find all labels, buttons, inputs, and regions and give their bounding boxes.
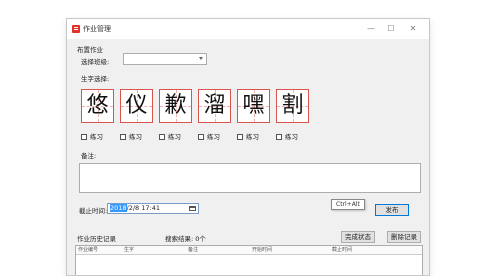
column-header[interactable]: 作业编号 (78, 246, 98, 253)
character-glyph: 割 (281, 93, 304, 118)
close-button[interactable]: ✕ (407, 23, 419, 34)
column-header[interactable]: 备注 (188, 246, 198, 253)
practice-checkbox[interactable]: 练习 (198, 131, 220, 141)
character-glyph: 悠 (86, 93, 109, 118)
assign-section-label: 布置作业 (77, 46, 103, 54)
class-select[interactable] (123, 53, 207, 65)
column-header[interactable]: 开始时间 (252, 246, 272, 253)
character-glyph: 仪 (125, 93, 148, 118)
character-card[interactable]: 割 (276, 89, 309, 123)
complete-status-button[interactable]: 完成状态 (341, 231, 375, 243)
characters-label: 生字选择: (81, 75, 110, 83)
history-table[interactable]: 作业编号 生字 备注 开始时间 截止时间 (75, 245, 423, 275)
character-card[interactable]: 溜 (198, 89, 231, 123)
character-card[interactable]: 歉 (159, 89, 192, 123)
app-icon (72, 25, 80, 33)
history-label: 作业历史记录 (77, 235, 116, 243)
character-glyph: 嘿 (242, 93, 265, 118)
checkbox-icon[interactable] (159, 134, 165, 140)
calendar-icon[interactable] (189, 206, 196, 211)
checkbox-icon[interactable] (198, 134, 204, 140)
practice-checkbox[interactable]: 练习 (276, 131, 298, 141)
chevron-down-icon (199, 57, 203, 60)
checkbox-icon[interactable] (120, 134, 126, 140)
character-glyph: 溜 (203, 93, 226, 118)
notes-textarea[interactable] (79, 163, 421, 193)
practice-checkbox[interactable]: 练习 (120, 131, 142, 141)
practice-checkbox[interactable]: 练习 (81, 131, 103, 141)
minimize-button[interactable]: — (365, 23, 377, 34)
deadline-year: 2018 (110, 204, 127, 212)
notes-label: 备注: (81, 152, 97, 160)
window-title: 作业管理 (83, 25, 111, 33)
column-header[interactable]: 截止时间 (332, 246, 352, 253)
practice-checkbox[interactable]: 练习 (159, 131, 181, 141)
title-bar: 作业管理 — ☐ ✕ (67, 19, 429, 39)
character-card[interactable]: 悠 (81, 89, 114, 123)
publish-button[interactable]: 发布 (375, 204, 409, 216)
character-glyph: 歉 (164, 93, 187, 118)
delete-record-button[interactable]: 删除记录 (387, 231, 421, 243)
tooltip: Ctrl+Alt (331, 199, 365, 210)
character-card[interactable]: 仪 (120, 89, 153, 123)
practice-checkbox[interactable]: 练习 (237, 131, 259, 141)
search-result-label: 搜索结果: 0个 (165, 235, 206, 243)
column-header[interactable]: 生字 (124, 246, 134, 253)
maximize-button[interactable]: ☐ (385, 23, 397, 34)
deadline-rest: /2/8 17:41 (126, 204, 160, 212)
homework-window: 作业管理 — ☐ ✕ 布置作业 选择班级: 生字选择: 悠 仪 歉 溜 嘿 割 … (66, 18, 430, 276)
checkbox-icon[interactable] (276, 134, 282, 140)
checkbox-icon[interactable] (81, 134, 87, 140)
deadline-picker[interactable]: 2018/2/8 17:41 (107, 203, 199, 214)
checkbox-icon[interactable] (237, 134, 243, 140)
character-card[interactable]: 嘿 (237, 89, 270, 123)
deadline-label: 截止时间: (79, 207, 108, 215)
class-label: 选择班级: (81, 58, 110, 66)
